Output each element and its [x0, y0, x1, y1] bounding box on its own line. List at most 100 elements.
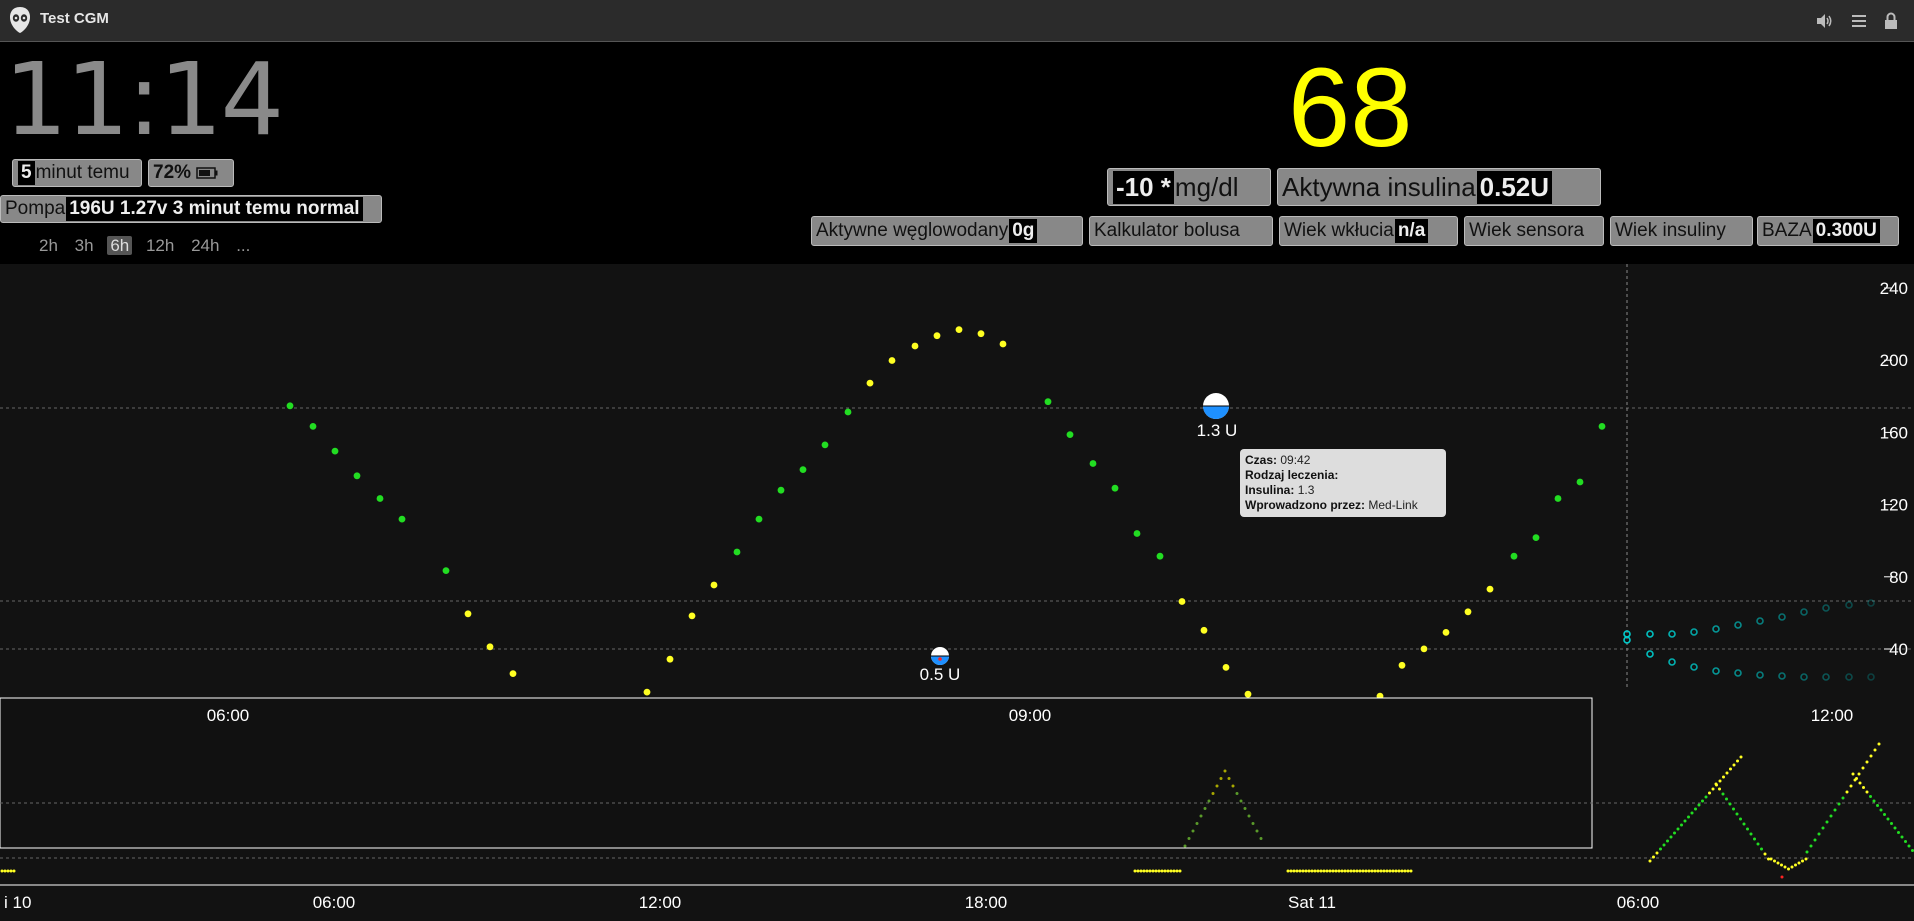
bg-point[interactable] [1200, 626, 1208, 634]
bg-point[interactable] [888, 357, 896, 364]
bg-point[interactable] [486, 643, 494, 651]
bg-point[interactable] [1576, 478, 1584, 486]
range-3h[interactable]: 3h [72, 236, 97, 255]
context-point [1325, 869, 1329, 873]
bg-point[interactable] [1178, 598, 1186, 605]
context-point [1195, 822, 1199, 825]
cannula-age-pill[interactable]: Wiek wkłucia n/a [1279, 216, 1458, 246]
cob-pill[interactable]: Aktywne węglowodany 0g [811, 216, 1083, 246]
bg-point[interactable] [398, 515, 406, 523]
bg-point[interactable] [1598, 423, 1606, 430]
bg-point[interactable] [464, 610, 472, 618]
x-tick-0900: 09:00 [1009, 706, 1052, 725]
bg-point[interactable] [643, 688, 651, 696]
bg-point[interactable] [755, 515, 763, 523]
context-point [1382, 869, 1386, 873]
bg-point[interactable] [1244, 690, 1252, 698]
context-point [1136, 869, 1140, 873]
bg-point[interactable] [710, 581, 718, 589]
bg-point[interactable] [1554, 495, 1562, 502]
iob-pill[interactable]: Aktywna insulina 0.52U [1277, 168, 1601, 206]
range-more[interactable]: ... [233, 236, 253, 255]
bg-point[interactable] [733, 548, 741, 556]
iob-label: Aktywna insulina [1282, 171, 1476, 202]
context-point [1694, 807, 1697, 811]
speaker-icon[interactable] [1814, 11, 1834, 31]
current-bg-value: 68 [1288, 45, 1413, 170]
context-point [1680, 823, 1683, 827]
context-point [1714, 782, 1718, 786]
bg-point[interactable] [1510, 552, 1518, 560]
bg-point[interactable] [911, 342, 919, 350]
context-point [1790, 865, 1794, 869]
treatment-bolus-2[interactable] [1203, 393, 1229, 419]
bg-point[interactable] [977, 330, 985, 338]
context-point [1907, 844, 1911, 848]
bg-point[interactable] [999, 340, 1007, 348]
bg-point[interactable] [933, 332, 941, 340]
context-point [1160, 869, 1164, 873]
context-point [1178, 869, 1182, 873]
bg-point[interactable] [1089, 460, 1097, 467]
context-point [1893, 826, 1897, 830]
context-point [1865, 790, 1869, 794]
context-point [1406, 869, 1410, 873]
insulin-age-pill[interactable]: Wiek insuliny [1610, 216, 1753, 246]
context-point [1760, 847, 1763, 851]
bg-point[interactable] [1398, 661, 1406, 669]
bg-point[interactable] [799, 466, 807, 473]
bg-point[interactable] [309, 423, 317, 430]
range-6h[interactable]: 6h [107, 236, 133, 255]
range-24h[interactable]: 24h [188, 236, 222, 255]
bg-point[interactable] [1133, 530, 1141, 537]
context-point [1725, 771, 1729, 775]
bg-point[interactable] [1044, 398, 1052, 406]
bg-point[interactable] [688, 612, 696, 620]
bg-point[interactable] [1222, 664, 1230, 671]
bg-point[interactable] [955, 326, 963, 333]
treatment-bolus-1[interactable] [931, 647, 949, 665]
bg-point[interactable] [866, 379, 874, 387]
context-point [1904, 840, 1907, 843]
glucose-chart[interactable]: 2402001601208040 0.5 U 1.3 U 06:00 09:00… [0, 264, 1914, 921]
context-point [1376, 869, 1380, 873]
bg-point[interactable] [1532, 534, 1540, 541]
bg-point[interactable] [353, 472, 361, 480]
context-point [1861, 766, 1865, 770]
bg-point[interactable] [1486, 585, 1494, 593]
bg-point[interactable] [777, 486, 785, 494]
bg-point[interactable] [509, 670, 517, 677]
basal-pill[interactable]: BAZA 0.300U [1757, 216, 1899, 246]
context-point [1316, 869, 1320, 873]
context-point [1203, 807, 1207, 810]
range-12h[interactable]: 12h [143, 236, 177, 255]
context-point [1869, 795, 1872, 798]
bg-point[interactable] [844, 408, 852, 416]
sensor-age-pill[interactable]: Wiek sensora [1464, 216, 1604, 246]
context-point [1166, 869, 1170, 873]
context-point [1669, 835, 1673, 839]
pump-pill[interactable]: Pompa 196U 1.27v 3 minut temu normal [0, 195, 382, 223]
context-point [1732, 807, 1735, 811]
bg-point[interactable] [331, 447, 339, 455]
range-2h[interactable]: 2h [36, 236, 61, 255]
bg-point[interactable] [1066, 431, 1074, 438]
bg-point[interactable] [1420, 645, 1428, 653]
bg-point[interactable] [666, 655, 674, 663]
bg-point[interactable] [1156, 552, 1164, 560]
bg-point[interactable] [1111, 484, 1119, 492]
bg-point[interactable] [442, 567, 450, 574]
context-point [1851, 772, 1855, 776]
bg-point[interactable] [1442, 629, 1450, 636]
y-tick-160: 160 [1880, 423, 1908, 442]
bg-point[interactable] [376, 495, 384, 502]
bolus-calculator-button[interactable]: Kalkulator bolusa [1089, 216, 1273, 246]
context-point [1397, 869, 1401, 873]
menu-icon[interactable] [1849, 11, 1869, 31]
context-point [1849, 784, 1853, 788]
bg-point[interactable] [821, 441, 829, 449]
context-point [1729, 767, 1732, 771]
bg-point[interactable] [1464, 608, 1472, 616]
lock-icon[interactable] [1881, 11, 1901, 31]
bg-point[interactable] [286, 402, 294, 410]
